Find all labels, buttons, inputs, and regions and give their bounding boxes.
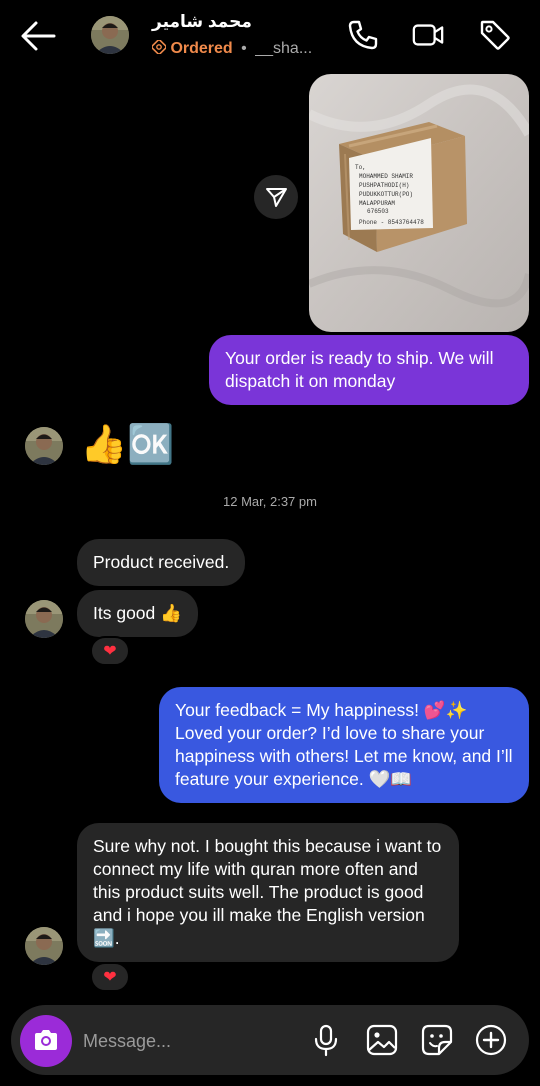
- svg-text:To,: To,: [355, 164, 366, 171]
- chat-header: محمد شامير Ordered • __sha...: [0, 0, 540, 72]
- share-icon: [266, 188, 287, 207]
- tag-icon[interactable]: [478, 18, 512, 52]
- gallery-icon[interactable]: [365, 1023, 399, 1057]
- contact-username: __sha...: [255, 40, 313, 57]
- phone-icon[interactable]: [346, 18, 380, 52]
- contact-avatar[interactable]: [91, 16, 129, 54]
- incoming-message-review[interactable]: Sure why not. I bought this because i wa…: [77, 823, 459, 962]
- svg-text:Phone - 8543764478: Phone - 8543764478: [359, 219, 424, 226]
- order-status: Ordered: [170, 40, 233, 57]
- message-composer: [11, 1005, 529, 1075]
- incoming-message-its-good[interactable]: Its good 👍: [77, 590, 198, 637]
- svg-text:PUDUKKOTTUR(PO): PUDUKKOTTUR(PO): [359, 191, 413, 198]
- contact-subtitle: Ordered • __sha...: [151, 39, 313, 58]
- svg-text:MOHAMMED SHAMIR: MOHAMMED SHAMIR: [359, 173, 413, 180]
- contact-avatar-small[interactable]: [25, 427, 63, 465]
- contact-avatar-small[interactable]: [25, 927, 63, 965]
- incoming-message-product-received[interactable]: Product received.: [77, 539, 246, 586]
- heart-reaction[interactable]: ❤: [90, 636, 130, 666]
- microphone-icon[interactable]: [309, 1023, 343, 1057]
- share-button[interactable]: [254, 175, 298, 219]
- incoming-emoji-message[interactable]: 👍🆗: [80, 425, 175, 465]
- back-arrow-icon[interactable]: [18, 18, 58, 54]
- timestamp-divider: 12 Mar, 2:37 pm: [223, 494, 317, 509]
- shared-photo[interactable]: To, MOHAMMED SHAMIR PUSHPATHODI(H) PUDUK…: [309, 74, 529, 332]
- video-camera-icon[interactable]: [411, 18, 445, 52]
- outgoing-message-order-ready[interactable]: Your order is ready to ship. We will dis…: [209, 335, 529, 405]
- separator-dot: •: [241, 40, 247, 57]
- sticker-icon[interactable]: [420, 1023, 454, 1057]
- svg-text:PUSHPATHODI(H): PUSHPATHODI(H): [359, 182, 409, 189]
- svg-text:676503: 676503: [367, 208, 389, 215]
- heart-reaction[interactable]: ❤: [90, 962, 130, 992]
- plus-circle-icon[interactable]: [474, 1023, 508, 1057]
- svg-text:MALAPPURAM: MALAPPURAM: [359, 200, 395, 207]
- message-input[interactable]: [83, 1027, 283, 1055]
- order-status-icon: [151, 39, 167, 55]
- camera-button[interactable]: [20, 1015, 72, 1067]
- contact-name[interactable]: محمد شامير: [152, 12, 252, 32]
- camera-icon: [35, 1030, 57, 1050]
- contact-avatar-small[interactable]: [25, 600, 63, 638]
- outgoing-message-feedback[interactable]: Your feedback = My happiness! 💕✨ Loved y…: [159, 687, 529, 803]
